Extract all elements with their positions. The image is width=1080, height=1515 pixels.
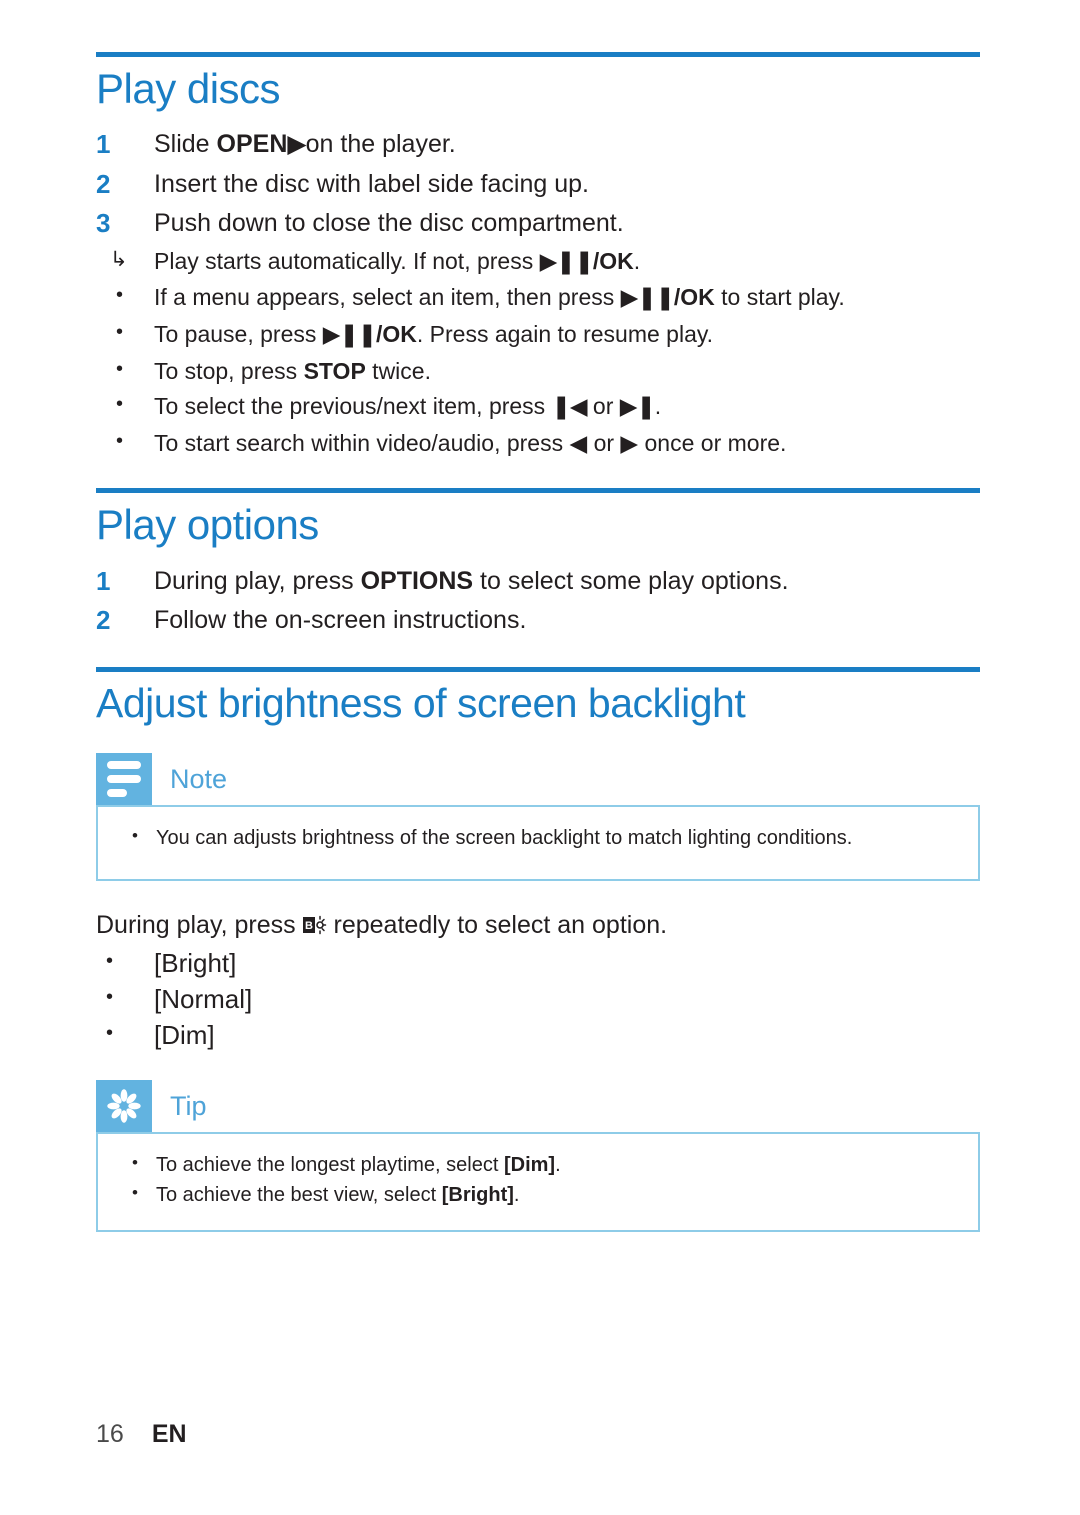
bullet-icon: • xyxy=(106,950,114,973)
note-callout-body: • You can adjusts brightness of the scre… xyxy=(96,804,980,881)
sub-item-bullet: • If a menu appears, select an item, the… xyxy=(96,280,980,317)
step-item: 1 Slide OPEN▶on the player. xyxy=(96,125,980,165)
bullet-icon: • xyxy=(106,986,114,1009)
brightness-option-bright: • [Bright] xyxy=(96,946,980,982)
fast-forward-icon: ▶ xyxy=(620,430,639,457)
note-lines-icon xyxy=(96,752,152,805)
step-text: During play, press OPTIONS to select som… xyxy=(154,566,789,595)
tip-callout-header: Tip xyxy=(96,1079,980,1132)
note-item-text: You can adjusts brightness of the screen… xyxy=(156,826,853,849)
brightness-options-list: • [Bright] • [Normal] • [Dim] xyxy=(96,946,980,1054)
brightness-option-normal: • [Normal] xyxy=(96,982,980,1018)
brightness-instruction-prefix: During play, press xyxy=(96,910,303,939)
step-item: 3 Push down to close the disc compartmen… xyxy=(96,204,980,244)
step-item: 2 Insert the disc with label side facing… xyxy=(96,165,980,205)
skip-next-icon: ▶❚ xyxy=(619,394,656,421)
section-rule-play-options xyxy=(96,488,980,494)
step-number: 1 xyxy=(96,565,111,596)
tip-item: • To achieve the best view, select [Brig… xyxy=(98,1180,978,1210)
brightness-option-label: [Normal] xyxy=(154,984,253,1015)
result-arrow-icon: ↳ xyxy=(110,247,128,271)
tip-item-text: To achieve the longest playtime, select … xyxy=(156,1153,561,1176)
sub-item-text: To select the previous/next item, press … xyxy=(154,393,662,421)
note-callout-label: Note xyxy=(170,763,228,794)
steps-play-discs: 1 Slide OPEN▶on the player. 2 Insert the… xyxy=(96,125,980,462)
brightness-option-dim: • [Dim] xyxy=(96,1018,980,1054)
brightness-backlight-icon: B xyxy=(302,910,327,934)
tip-item: • To achieve the longest playtime, selec… xyxy=(98,1150,978,1180)
sub-item-result: ↳ Play starts automatically. If not, pre… xyxy=(96,244,980,281)
bullet-icon: • xyxy=(116,393,124,416)
note-callout: Note • You can adjusts brightness of the… xyxy=(96,752,980,881)
bullet-icon: • xyxy=(132,1152,138,1172)
step-text: Slide OPEN▶on the player. xyxy=(154,129,456,159)
step-number: 3 xyxy=(96,208,111,239)
step-number: 1 xyxy=(96,129,111,160)
footer-page-number: 16 xyxy=(96,1420,124,1448)
sub-item-bullet: • To stop, press STOP twice. xyxy=(96,354,980,390)
step-item: 1 During play, press OPTIONS to select s… xyxy=(96,562,980,602)
brightness-option-label: [Bright] xyxy=(154,948,237,979)
tip-item-text: To achieve the best view, select [Bright… xyxy=(156,1183,520,1206)
step-text: Insert the disc with label side facing u… xyxy=(154,169,589,198)
page-title-play-discs: Play discs xyxy=(96,65,281,112)
sub-item-text: Play starts automatically. If not, press… xyxy=(154,247,641,275)
brightness-instruction: During play, press B repeatedly to selec… xyxy=(96,907,980,945)
bullet-icon: • xyxy=(116,429,124,452)
bullet-icon: • xyxy=(116,284,124,307)
page-title-adjust-brightness: Adjust brightness of screen backlight xyxy=(96,679,746,726)
bullet-icon: • xyxy=(132,1182,138,1202)
sub-item-text: To stop, press STOP twice. xyxy=(154,357,431,384)
step-text: Follow the on-screen instructions. xyxy=(154,606,527,635)
step-number: 2 xyxy=(96,168,111,199)
sub-item-text: If a menu appears, select an item, then … xyxy=(154,284,845,312)
sub-item-bullet: • To pause, press ▶❚❚/OK. Press again to… xyxy=(96,317,980,354)
sub-item-bullet: • To start search within video/audio, pr… xyxy=(96,426,980,463)
step-text: Push down to close the disc compartment. xyxy=(154,209,624,238)
rewind-icon: ◀ xyxy=(569,430,588,457)
brightness-instruction-suffix: repeatedly to select an option. xyxy=(326,910,668,939)
steps-play-options: 1 During play, press OPTIONS to select s… xyxy=(96,562,980,641)
sub-item-text: To pause, press ▶❚❚/OK. Press again to r… xyxy=(154,320,714,348)
bullet-icon: • xyxy=(116,320,124,343)
manual-page: Play discs 1 Slide OPEN▶on the player. 2… xyxy=(0,0,1080,1515)
step-item: 2 Follow the on-screen instructions. xyxy=(96,601,980,641)
bullet-icon: • xyxy=(106,1021,114,1044)
section-rule-play-discs xyxy=(96,52,980,57)
section-rule-adjust-brightness xyxy=(96,666,980,672)
skip-previous-icon: ❚◀ xyxy=(551,394,588,421)
note-callout-header: Note xyxy=(96,752,980,805)
page-title-play-options: Play options xyxy=(96,501,319,549)
note-item: • You can adjusts brightness of the scre… xyxy=(98,823,978,853)
tip-asterisk-icon xyxy=(96,1079,152,1132)
bullet-icon: • xyxy=(132,825,138,845)
step-number: 2 xyxy=(96,605,111,636)
page-content: Play discs 1 Slide OPEN▶on the player. 2… xyxy=(96,0,980,1232)
bullet-icon: • xyxy=(116,357,124,380)
tip-callout-label: Tip xyxy=(170,1090,207,1121)
footer-language: EN xyxy=(151,1420,187,1448)
tip-callout-body: • To achieve the longest playtime, selec… xyxy=(96,1131,980,1232)
svg-text:B: B xyxy=(305,920,313,932)
sub-item-text: To start search within video/audio, pres… xyxy=(154,429,787,457)
sub-item-bullet: • To select the previous/next item, pres… xyxy=(96,389,980,426)
tip-callout: Tip • To achieve the longest playtime, s… xyxy=(96,1079,980,1232)
page-footer: 16 EN xyxy=(96,1420,187,1449)
brightness-option-label: [Dim] xyxy=(154,1019,215,1050)
